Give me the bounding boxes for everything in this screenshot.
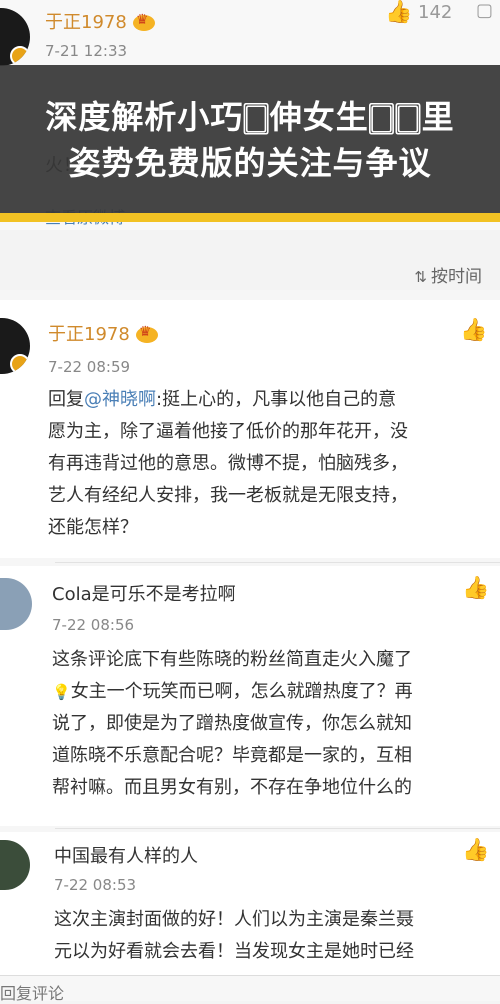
comment-item: 于正1978 7-22 08:59 👍 回复@神晓啊:挺上心的，凡事以他自己的意…	[0, 300, 500, 558]
like-icon[interactable]: 👍	[385, 0, 412, 25]
comment-line: 回复@神晓啊:挺上心的，凡事以他自己的意	[48, 384, 488, 416]
like-count: 142	[418, 2, 453, 23]
avatar[interactable]	[0, 318, 30, 374]
sort-label: 按时间	[431, 267, 482, 287]
comment-time: 7-22 08:56	[52, 616, 135, 634]
headline-line-2: 姿势免费版的关注与争议	[68, 144, 432, 182]
comment-item: 中国最有人样的人 7-22 08:53 👍 这次主演封面做的好！人们以为主演是秦…	[0, 832, 500, 975]
comment-time: 7-21 12:33	[45, 42, 128, 60]
sort-by-time-button[interactable]: ⇅ 按时间	[414, 262, 482, 287]
comment-line: 帮衬嘛。而且男女有别，不存在争地位什么的	[52, 777, 412, 798]
like-icon[interactable]: 👍	[462, 838, 489, 863]
like-icon[interactable]: 👍	[460, 318, 487, 343]
avatar[interactable]	[0, 840, 30, 890]
comment-line: 这条评论底下有些陈晓的粉丝简直走火入魔了	[52, 649, 412, 670]
comment-line: 💡女主一个玩笑而已啊，怎么就蹭热度了？再	[52, 676, 497, 708]
vip-crown-icon	[132, 12, 155, 31]
comment-line: 元以为好看就会去看！当发现女主是她时已经	[54, 941, 414, 962]
comment-item: Cola是可乐不是考拉啊 7-22 08:56 👍 这条评论底下有些陈晓的粉丝简…	[0, 566, 500, 826]
comment-line: 有再违背过他的意思。微博不提，怕脑残多，	[48, 453, 408, 474]
comment-body: 这次主演封面做的好！人们以为主演是秦兰聂 元以为好看就会去看！当发现女主是她时已…	[54, 904, 494, 968]
reply-input[interactable]: 回复评论	[0, 980, 64, 1004]
divider	[55, 828, 500, 829]
username-text: 于正1978	[45, 12, 127, 33]
divider	[55, 562, 500, 563]
avatar[interactable]	[0, 578, 32, 630]
comment-line: 道陈晓不乐意配合呢？毕竟都是一家的，互相	[52, 745, 412, 766]
comment-line: 说了，即使是为了蹭热度做宣传，你怎么就知	[52, 713, 412, 734]
headline-line-1: 深度解析小巧🀆伸女生🀆🀆里	[45, 98, 455, 136]
comment-line-text: :挺上心的，凡事以他自己的意	[156, 389, 397, 410]
comment-username[interactable]: 中国最有人样的人	[54, 842, 198, 868]
sort-icon: ⇅	[414, 268, 427, 286]
emoji-icon: 💡	[52, 683, 71, 701]
comment-line: 愿为主，除了逼着他接了低价的那年花开，没	[48, 421, 408, 442]
comment-username[interactable]: Cola是可乐不是考拉啊	[52, 580, 236, 606]
comment-body: 这条评论底下有些陈晓的粉丝简直走火入魔了 💡女主一个玩笑而已啊，怎么就蹭热度了？…	[52, 644, 497, 804]
comment-line: 这次主演封面做的好！人们以为主演是秦兰聂	[54, 909, 414, 930]
more-icon[interactable]: ▢	[476, 0, 493, 21]
comment-time: 7-22 08:53	[54, 876, 137, 894]
avatar[interactable]	[0, 8, 30, 66]
username-text: 于正1978	[48, 324, 130, 345]
reply-bar[interactable]	[0, 975, 500, 1001]
comment-line-text: 女主一个玩笑而已啊，怎么就蹭热度了？再	[70, 681, 413, 702]
like-icon[interactable]: 👍	[462, 576, 489, 601]
comment-username[interactable]: 于正1978	[45, 8, 155, 34]
comment-username[interactable]: 于正1978	[48, 320, 158, 346]
banner-accent-bar	[0, 213, 500, 222]
comment-line: 还能怎样？	[48, 517, 138, 538]
headline-banner: 深度解析小巧🀆伸女生🀆🀆里 姿势免费版的关注与争议	[0, 65, 500, 215]
vip-crown-icon	[135, 324, 158, 343]
mention-link[interactable]: @神晓啊	[84, 389, 156, 410]
reply-prefix: 回复	[48, 389, 84, 410]
comment-time: 7-22 08:59	[48, 358, 131, 376]
comment-line: 艺人有经纪人安排，我一老板就是无限支持，	[48, 485, 408, 506]
comment-body: 回复@神晓啊:挺上心的，凡事以他自己的意 愿为主，除了逼着他接了低价的那年花开，…	[48, 384, 488, 544]
